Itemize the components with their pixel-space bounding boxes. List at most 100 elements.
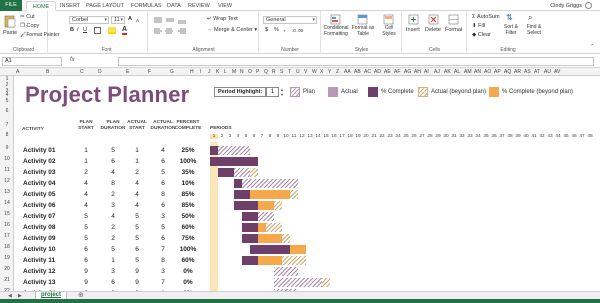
cell-plan-start[interactable]: 5 — [76, 233, 96, 244]
column-header[interactable]: O — [248, 69, 252, 75]
cell-actual-start[interactable]: 5 — [124, 233, 150, 244]
tab-home[interactable]: HOME — [26, 1, 56, 11]
column-header[interactable]: AF — [394, 69, 400, 75]
row-header[interactable]: 19 — [0, 255, 14, 261]
column-header[interactable]: AP — [494, 69, 501, 75]
underline-button[interactable]: U — [83, 27, 87, 34]
column-header[interactable]: B — [46, 69, 49, 75]
cell-percent[interactable]: 0% — [174, 266, 202, 277]
find-select-icon[interactable]: ⌕ — [528, 14, 532, 22]
column-header[interactable]: M — [232, 69, 236, 75]
column-header[interactable]: AO — [484, 69, 491, 75]
autosum-button[interactable]: Σ AutoSum — [472, 14, 500, 21]
column-header[interactable]: AU — [544, 69, 551, 75]
column-header[interactable]: AM — [464, 69, 472, 75]
column-header[interactable]: F — [148, 69, 151, 75]
column-header[interactable]: D — [98, 69, 102, 75]
cell-percent[interactable]: 100% — [174, 244, 202, 255]
row-header[interactable]: 20 — [0, 266, 14, 272]
formula-input[interactable] — [118, 57, 594, 66]
cell-actual-start[interactable]: 1 — [124, 156, 150, 167]
row-header[interactable]: 12 — [0, 178, 14, 184]
fill-button[interactable]: ⬇ Fill — [472, 23, 485, 30]
cell-percent[interactable]: 35% — [174, 167, 202, 178]
cell-actual-start[interactable]: 5 — [124, 255, 150, 266]
column-header[interactable]: AV — [554, 69, 560, 75]
font-size-select[interactable]: 11 ▾ — [111, 16, 125, 24]
cell-name[interactable]: Activity 06 — [23, 200, 56, 211]
cell-plan-start[interactable]: 6 — [76, 244, 96, 255]
column-header[interactable]: S — [280, 69, 283, 75]
shrink-font-button[interactable]: A — [136, 17, 139, 24]
cell-styles-icon[interactable] — [383, 14, 394, 25]
cell-actual-start[interactable]: 2 — [124, 167, 150, 178]
font-color-icon[interactable]: A — [122, 26, 128, 35]
column-header[interactable]: U — [296, 69, 300, 75]
cell-plan-start[interactable]: 5 — [76, 211, 96, 222]
cell-actual-start[interactable]: 6 — [124, 244, 150, 255]
column-header[interactable]: Q — [264, 69, 268, 75]
row-header[interactable]: 10 — [0, 156, 14, 162]
cell-actual-start[interactable]: 9 — [124, 266, 150, 277]
column-header[interactable]: X — [320, 69, 323, 75]
column-header[interactable]: AA — [344, 69, 351, 75]
cell-plan-start[interactable]: 9 — [76, 266, 96, 277]
activity-row[interactable]: Activity 01 1 5 1 4 25% — [14, 145, 600, 156]
tab-data[interactable]: DATA — [167, 1, 181, 11]
format-cells-icon[interactable] — [448, 14, 459, 25]
cell-name[interactable]: Activity 10 — [23, 244, 56, 255]
cell-percent[interactable]: 60% — [174, 255, 202, 266]
copy-button[interactable]: ❐ Copy — [20, 23, 39, 30]
column-header[interactable]: AQ — [504, 69, 511, 75]
activity-row[interactable]: Activity 11 6 1 5 8 60% — [14, 255, 600, 266]
row-header[interactable]: 11 — [0, 167, 14, 173]
column-header[interactable]: AR — [514, 69, 521, 75]
cell-plan-start[interactable]: 2 — [76, 167, 96, 178]
column-header[interactable]: AD — [374, 69, 381, 75]
activity-row[interactable]: Activity 02 1 6 1 6 100% — [14, 156, 600, 167]
row-header[interactable]: 14 — [0, 200, 14, 206]
row-header[interactable]: 21 — [0, 277, 14, 283]
cell-name[interactable]: Activity 02 — [23, 156, 56, 167]
cell-plan-start[interactable]: 5 — [76, 222, 96, 233]
insert-button[interactable]: Insert — [406, 27, 420, 34]
format-table-icon[interactable] — [357, 14, 368, 25]
cell-name[interactable]: Activity 12 — [23, 266, 56, 277]
tab-view[interactable]: VIEW — [218, 1, 232, 11]
column-header[interactable]: AT — [534, 69, 540, 75]
tab-insert[interactable]: INSERT — [60, 1, 80, 11]
cell-actual-start[interactable]: 4 — [124, 178, 150, 189]
delete-cells-icon[interactable] — [428, 14, 439, 25]
cell-name[interactable]: Activity 07 — [23, 211, 56, 222]
activity-row[interactable]: Activity 08 5 2 5 5 60% — [14, 222, 600, 233]
row-header[interactable]: 9 — [0, 145, 14, 151]
column-header[interactable]: L — [224, 69, 227, 75]
tab-page-layout[interactable]: PAGE LAYOUT — [86, 1, 124, 11]
percent-button[interactable]: % — [274, 27, 279, 34]
bold-button[interactable]: B — [70, 27, 74, 34]
font-name-select[interactable]: Corbel ▾ — [69, 16, 109, 24]
cell-percent[interactable]: 85% — [174, 200, 202, 211]
wrap-text-button[interactable]: ↵ Wrap Text — [207, 16, 238, 23]
conditional-formatting-button[interactable]: Conditional Formatting — [322, 25, 350, 37]
cut-button[interactable]: ✂ Cut — [20, 14, 35, 21]
cell-name[interactable]: Activity 09 — [23, 233, 56, 244]
row-header[interactable]: 7 — [0, 122, 14, 128]
cell-name[interactable]: Activity 01 — [23, 145, 56, 156]
activity-row[interactable]: Activity 09 5 2 5 6 75% — [14, 233, 600, 244]
column-header[interactable]: Z — [336, 69, 339, 75]
sort-filter-button[interactable]: Sort & Filter — [500, 24, 522, 36]
column-header[interactable]: W — [312, 69, 317, 75]
user-name[interactable]: Cindy Griggs — [550, 1, 582, 11]
cell-actual-start[interactable]: 5 — [124, 222, 150, 233]
cell-name[interactable]: Activity 08 — [23, 222, 56, 233]
paste-icon[interactable] — [4, 14, 16, 28]
worksheet-grid[interactable]: Project Planner Period Highlight: 1 ▲ ▼ P… — [14, 76, 600, 291]
cell-styles-button[interactable]: Cell Styles — [378, 25, 400, 37]
column-header[interactable]: AI — [424, 69, 429, 75]
tab-file[interactable]: FILE — [0, 0, 22, 11]
row-header[interactable]: 16 — [0, 222, 14, 228]
cell-actual-start[interactable]: 4 — [124, 189, 150, 200]
collapse-ribbon-icon[interactable]: ⌃ — [590, 44, 595, 51]
merge-center-button[interactable]: ⇔ Merge & Center ▾ — [207, 27, 257, 34]
